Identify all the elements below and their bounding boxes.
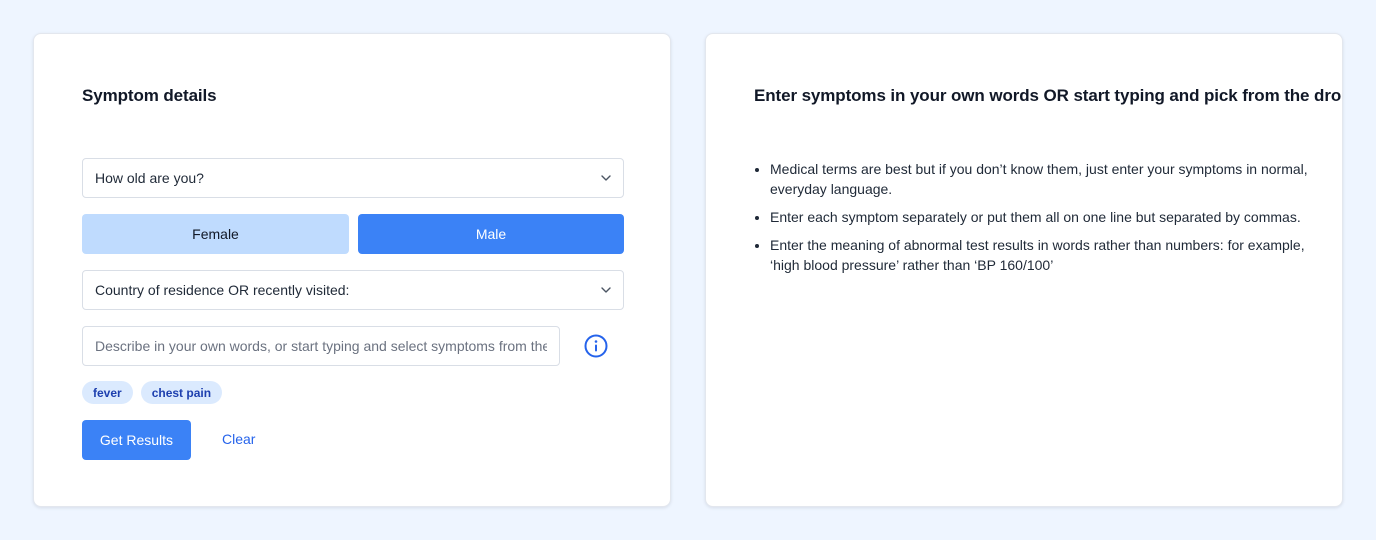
- chevron-down-icon: [601, 173, 611, 183]
- male-button[interactable]: Male: [358, 214, 624, 254]
- list-item: Enter each symptom separately or put the…: [770, 207, 1310, 227]
- country-select[interactable]: Country of residence OR recently visited…: [82, 270, 624, 310]
- info-circle-icon[interactable]: [584, 334, 608, 358]
- symptom-tag[interactable]: fever: [82, 381, 133, 404]
- symptom-details-card: Symptom details How old are you? Female …: [33, 33, 671, 507]
- age-select[interactable]: How old are you?: [82, 158, 624, 198]
- instructions-card: Enter symptoms in your own words OR star…: [705, 33, 1343, 507]
- list-item: Enter the meaning of abnormal test resul…: [770, 235, 1310, 275]
- card-title: Symptom details: [82, 86, 217, 105]
- chevron-down-icon: [601, 285, 611, 295]
- age-select-label: How old are you?: [95, 170, 204, 186]
- symptom-tags: fever chest pain: [82, 381, 223, 404]
- symptom-input[interactable]: [82, 326, 560, 366]
- instructions-title: Enter symptoms in your own words OR star…: [754, 86, 1342, 105]
- female-button[interactable]: Female: [82, 214, 349, 254]
- symptom-tag[interactable]: chest pain: [140, 381, 223, 404]
- tips-list: Medical terms are best but if you don’t …: [770, 159, 1310, 283]
- clear-button[interactable]: Clear: [222, 431, 255, 447]
- get-results-button[interactable]: Get Results: [82, 420, 191, 460]
- list-item: Medical terms are best but if you don’t …: [770, 159, 1310, 199]
- country-select-label: Country of residence OR recently visited…: [95, 282, 350, 298]
